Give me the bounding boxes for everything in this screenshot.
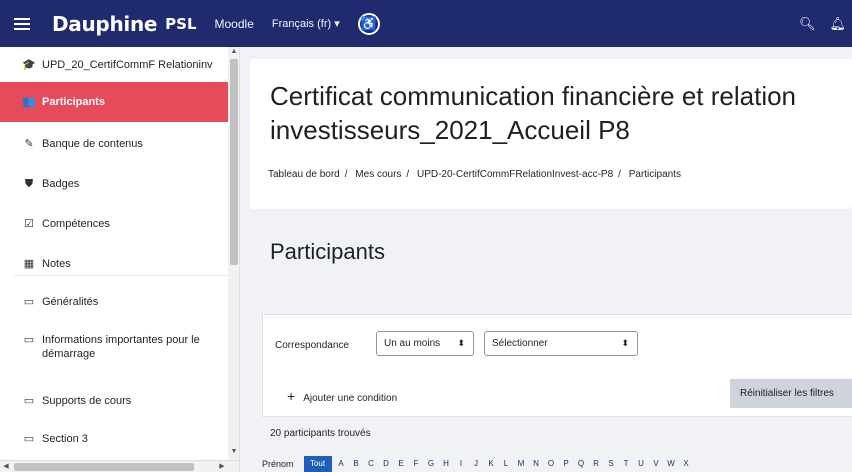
initial-letter-k[interactable]: K <box>484 456 499 472</box>
initial-letter-c[interactable]: C <box>364 456 379 472</box>
select-caret-icon: ⬍ <box>621 338 629 348</box>
initial-letter-i[interactable]: I <box>454 456 469 472</box>
brand-psl-logo: PSL <box>165 14 197 33</box>
initials-label: Prénom <box>262 459 294 469</box>
sidebar-item-supports[interactable]: ▭ Supports de cours <box>0 382 228 420</box>
initial-letter-r[interactable]: R <box>589 456 604 472</box>
sidebar-item-section-3[interactable]: ▭ Section 3 <box>0 420 228 458</box>
sidebar-item-label: Badges <box>42 178 80 190</box>
breadcrumb-participants[interactable]: Participants <box>629 169 681 180</box>
initial-letter-q[interactable]: Q <box>574 456 589 472</box>
initial-letter-d[interactable]: D <box>379 456 394 472</box>
scroll-up-icon[interactable]: ▲ <box>228 47 239 57</box>
initial-letter-v[interactable]: V <box>649 456 664 472</box>
pencil-icon: ✎ <box>24 138 34 150</box>
initial-letter-f[interactable]: F <box>409 456 424 472</box>
breadcrumb: Tableau de bord / Mes cours / UPD-20-Certi… <box>268 169 681 180</box>
reset-filters-button[interactable]: Réinitialiser les filtres <box>730 379 852 408</box>
scroll-down-icon[interactable]: ▼ <box>228 447 239 457</box>
initial-letter-t[interactable]: T <box>619 456 634 472</box>
scroll-left-icon[interactable]: ◀ <box>0 461 12 472</box>
breadcrumb-dashboard[interactable]: Tableau de bord <box>268 169 340 180</box>
sidebar-item-generalites[interactable]: ▭ Généralités <box>0 282 228 320</box>
initial-letter-x[interactable]: X <box>679 456 694 472</box>
initial-letter-s[interactable]: S <box>604 456 619 472</box>
initial-letter-a[interactable]: A <box>334 456 349 472</box>
sidebar-item-label: UPD_20_CertifCommF Relationinv <box>42 59 213 71</box>
initial-letter-b[interactable]: B <box>349 456 364 472</box>
initial-letter-m[interactable]: M <box>514 456 529 472</box>
initial-letter-tout[interactable]: Tout <box>303 456 332 472</box>
page-title: Certificat communication financière et r… <box>270 81 797 145</box>
brand-logo[interactable]: Dauphine <box>52 12 157 36</box>
initial-letter-p[interactable]: P <box>559 456 574 472</box>
select-caret-icon: ⬍ <box>457 338 465 348</box>
match-select[interactable]: Un au moins ⬍ <box>376 331 474 356</box>
match-label: Correspondance <box>275 340 349 351</box>
accessibility-icon[interactable]: ♿ <box>357 12 380 35</box>
moodle-link[interactable]: Moodle <box>215 17 254 31</box>
initial-letter-g[interactable]: G <box>424 456 439 472</box>
initials-bar: Prénom Tout A B C D E F G H I J K L M N O P Q R S T U V W X <box>262 456 852 472</box>
section-title: Participants <box>270 239 385 264</box>
sidebar-item-label: Participants <box>42 96 105 108</box>
initial-letter-n[interactable]: N <box>529 456 544 472</box>
filter-type-value: Sélectionner <box>492 338 548 349</box>
sidebar-item-course[interactable]: 🎓 UPD_20_CertifCommF Relationinv <box>0 55 228 75</box>
initial-letter-w[interactable]: W <box>664 456 679 472</box>
sidebar-item-grades[interactable]: ▦ Notes <box>0 242 228 282</box>
filter-type-select[interactable]: Sélectionner ⬍ <box>484 331 638 356</box>
sidebar-item-label: Compétences <box>42 218 110 230</box>
sidebar-item-badges[interactable]: ⛊ Badges <box>0 162 228 202</box>
breadcrumb-course[interactable]: UPD-20-CertifCommFRelationInvest-acc-P8 <box>417 169 613 180</box>
add-condition-button[interactable]: + Ajouter une condition <box>287 388 397 404</box>
initial-letter-u[interactable]: U <box>634 456 649 472</box>
language-selector[interactable]: Français (fr) ▾ <box>272 17 340 30</box>
filter-panel: Correspondance Un au moins ⬍ Sélectionne… <box>262 314 852 417</box>
search-icon[interactable]: 🔍︎ <box>799 16 816 32</box>
initials-letters: Tout A B C D E F G H I J K L M N O P Q R S T U V W X <box>303 456 694 472</box>
initial-letter-l[interactable]: L <box>499 456 514 472</box>
plus-icon: + <box>287 388 296 404</box>
sidebar-scrollbar-thumb[interactable] <box>230 59 238 265</box>
sidebar-item-label: Notes <box>42 258 71 270</box>
horizontal-scrollbar-thumb[interactable] <box>14 463 194 471</box>
breadcrumb-my-courses[interactable]: Mes cours <box>355 169 401 180</box>
sidebar-item-label: Généralités <box>42 296 99 308</box>
sidebar-item-label: Informations importantes pour le démarra… <box>42 334 200 360</box>
top-navbar: Dauphine PSL Moodle Français (fr) ▾ ♿ 🔍︎… <box>0 0 852 47</box>
check-square-icon: ☑ <box>24 218 34 230</box>
sidebar-item-label: Banque de contenus <box>42 138 143 150</box>
navbar-right: 🔍︎ 🔔︎ <box>799 0 852 47</box>
sidebar-item-participants[interactable]: 👥 Participants <box>0 82 228 122</box>
sidebar-divider <box>14 275 228 276</box>
folder-icon: ▭ <box>23 433 35 445</box>
folder-icon: ▭ <box>23 334 35 346</box>
match-select-value: Un au moins <box>384 338 441 349</box>
scroll-right-icon[interactable]: ▶ <box>216 461 228 472</box>
shield-icon: ⛊ <box>24 178 34 190</box>
participants-count: 20 participants trouvés <box>270 428 371 439</box>
initial-letter-e[interactable]: E <box>394 456 409 472</box>
table-icon: ▦ <box>23 258 35 270</box>
sidebar-item-label: Section 3 <box>42 433 88 445</box>
sidebar-item-competencies[interactable]: ☑ Compétences <box>0 202 228 242</box>
course-sidebar: 🎓 UPD_20_CertifCommF Relationinv 👥 Parti… <box>0 47 240 472</box>
initial-letter-j[interactable]: J <box>469 456 484 472</box>
page-header-card: Certificat communication financière et r… <box>250 59 852 209</box>
add-condition-label: Ajouter une condition <box>303 393 398 404</box>
folder-icon: ▭ <box>23 296 35 308</box>
sidebar-item-informations[interactable]: ▭ Informations importantes pour le démar… <box>0 325 228 377</box>
sidebar-item-label: Supports de cours <box>42 395 132 407</box>
initial-letter-h[interactable]: H <box>439 456 454 472</box>
hamburger-menu-icon[interactable] <box>14 17 30 30</box>
users-icon: 👥 <box>22 96 36 108</box>
sidebar-item-content-bank[interactable]: ✎ Banque de contenus <box>0 122 228 162</box>
notification-bell-icon[interactable]: 🔔︎ <box>829 16 846 32</box>
graduation-cap-icon: 🎓 <box>22 59 36 71</box>
folder-icon: ▭ <box>23 395 35 407</box>
sidebar-horizontal-scrollbar[interactable]: ◀ ▶ <box>0 460 239 472</box>
initial-letter-o[interactable]: O <box>544 456 559 472</box>
